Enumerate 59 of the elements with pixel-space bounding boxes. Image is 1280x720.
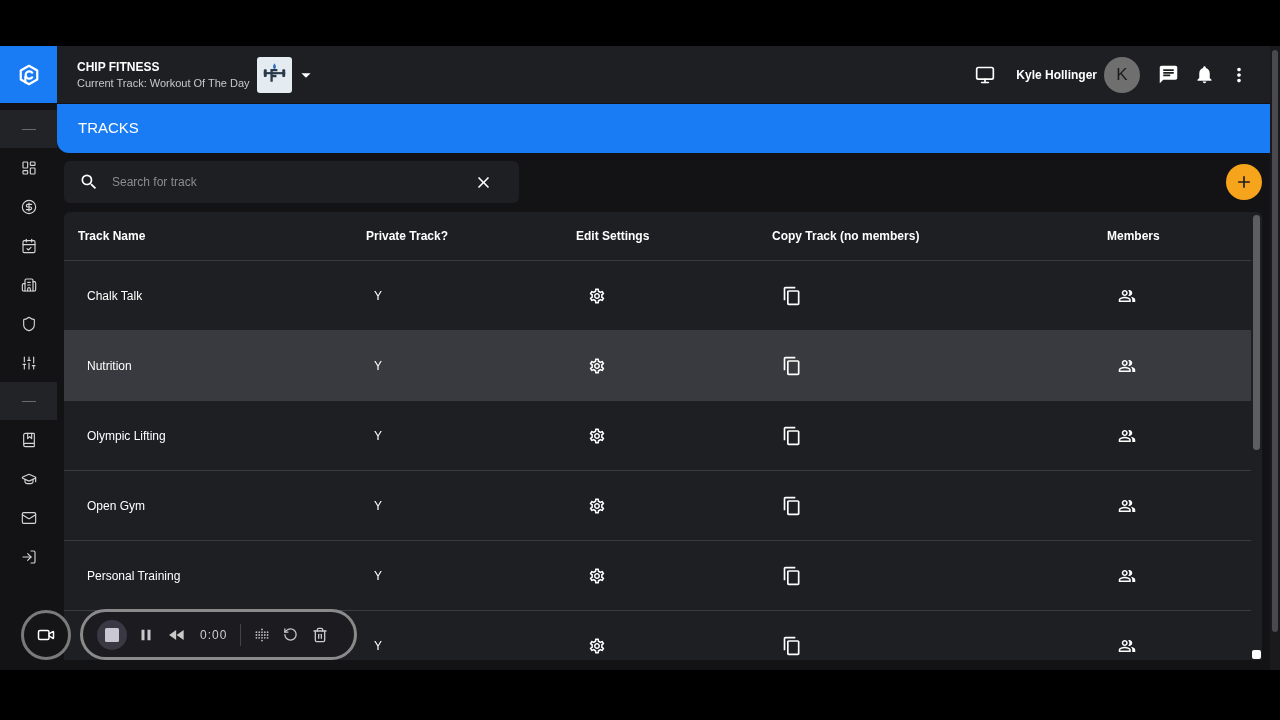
column-header: Edit Settings: [576, 228, 650, 245]
table-cell-text: Y: [374, 497, 382, 515]
monitor-icon[interactable]: [975, 64, 996, 85]
arrow-into-box-icon[interactable]: [20, 548, 37, 565]
settings-icon[interactable]: [588, 496, 606, 515]
column-header: Copy Track (no members): [772, 228, 920, 245]
table-cell-text: Open Gym: [87, 497, 146, 515]
calendar-icon[interactable]: [20, 237, 37, 254]
column-header: Private Track?: [366, 228, 449, 245]
settings-icon[interactable]: [588, 286, 606, 305]
table-cell-text: Chalk Talk: [87, 287, 143, 305]
settings-icon[interactable]: [588, 426, 606, 445]
search-input[interactable]: Search for track: [112, 167, 464, 197]
table-cell-text: Y: [374, 637, 382, 655]
page-title: TRACKS: [78, 118, 139, 139]
table-cell-text: Nutrition: [87, 357, 132, 375]
stop-button[interactable]: [97, 619, 127, 650]
organization-name: CHIP FITNESS: [77, 58, 161, 75]
search-field[interactable]: Search for track: [64, 161, 519, 203]
rotate-icon[interactable]: [283, 627, 299, 642]
mail-icon[interactable]: [20, 509, 37, 526]
copy-icon[interactable]: [782, 425, 802, 446]
avatar[interactable]: K: [1104, 56, 1140, 93]
copy-icon[interactable]: [782, 635, 802, 656]
trash-icon[interactable]: [312, 626, 329, 643]
copy-icon[interactable]: [782, 495, 802, 516]
dollar-icon[interactable]: [20, 198, 37, 215]
current-track-text: Current Track: Workout Of The Day: [77, 75, 250, 91]
table-cell-text: Y: [374, 357, 382, 375]
copy-icon[interactable]: [782, 355, 802, 376]
column-header: Track Name: [78, 228, 146, 245]
table-cell-text: Y: [374, 287, 382, 305]
chat-icon[interactable]: [1158, 64, 1179, 85]
table-cell-text: Olympic Lifting: [87, 427, 166, 445]
add-button[interactable]: [1226, 164, 1262, 200]
dot-grid-icon[interactable]: [255, 627, 270, 642]
table-cell-text: Y: [374, 567, 382, 585]
book-icon[interactable]: [20, 431, 37, 448]
settings-icon[interactable]: [588, 566, 606, 585]
search-icon[interactable]: [79, 172, 99, 192]
stop-icon[interactable]: [105, 627, 119, 642]
sliders-icon[interactable]: [20, 354, 37, 371]
recording-time: 0:00: [200, 626, 228, 644]
copy-icon[interactable]: [782, 285, 802, 306]
scrollbar-thumb[interactable]: [1253, 215, 1260, 450]
shield-icon[interactable]: [20, 315, 37, 332]
building-icon[interactable]: [20, 276, 37, 293]
column-header: Members: [1107, 228, 1160, 245]
logo-icon[interactable]: [17, 62, 40, 87]
copy-icon[interactable]: [782, 565, 802, 586]
user-name: Kyle Hollinger: [1016, 66, 1097, 84]
scrollbar-thumb[interactable]: [1272, 50, 1278, 632]
settings-icon[interactable]: [588, 636, 606, 655]
table-cell-text: Personal Training: [87, 567, 181, 585]
scrollbar-corner: [1252, 650, 1261, 659]
settings-icon[interactable]: [588, 356, 606, 375]
table-cell-text: Y: [374, 427, 382, 445]
barbell-logo-icon[interactable]: [256, 56, 292, 93]
dashboard-icon[interactable]: [20, 159, 37, 176]
